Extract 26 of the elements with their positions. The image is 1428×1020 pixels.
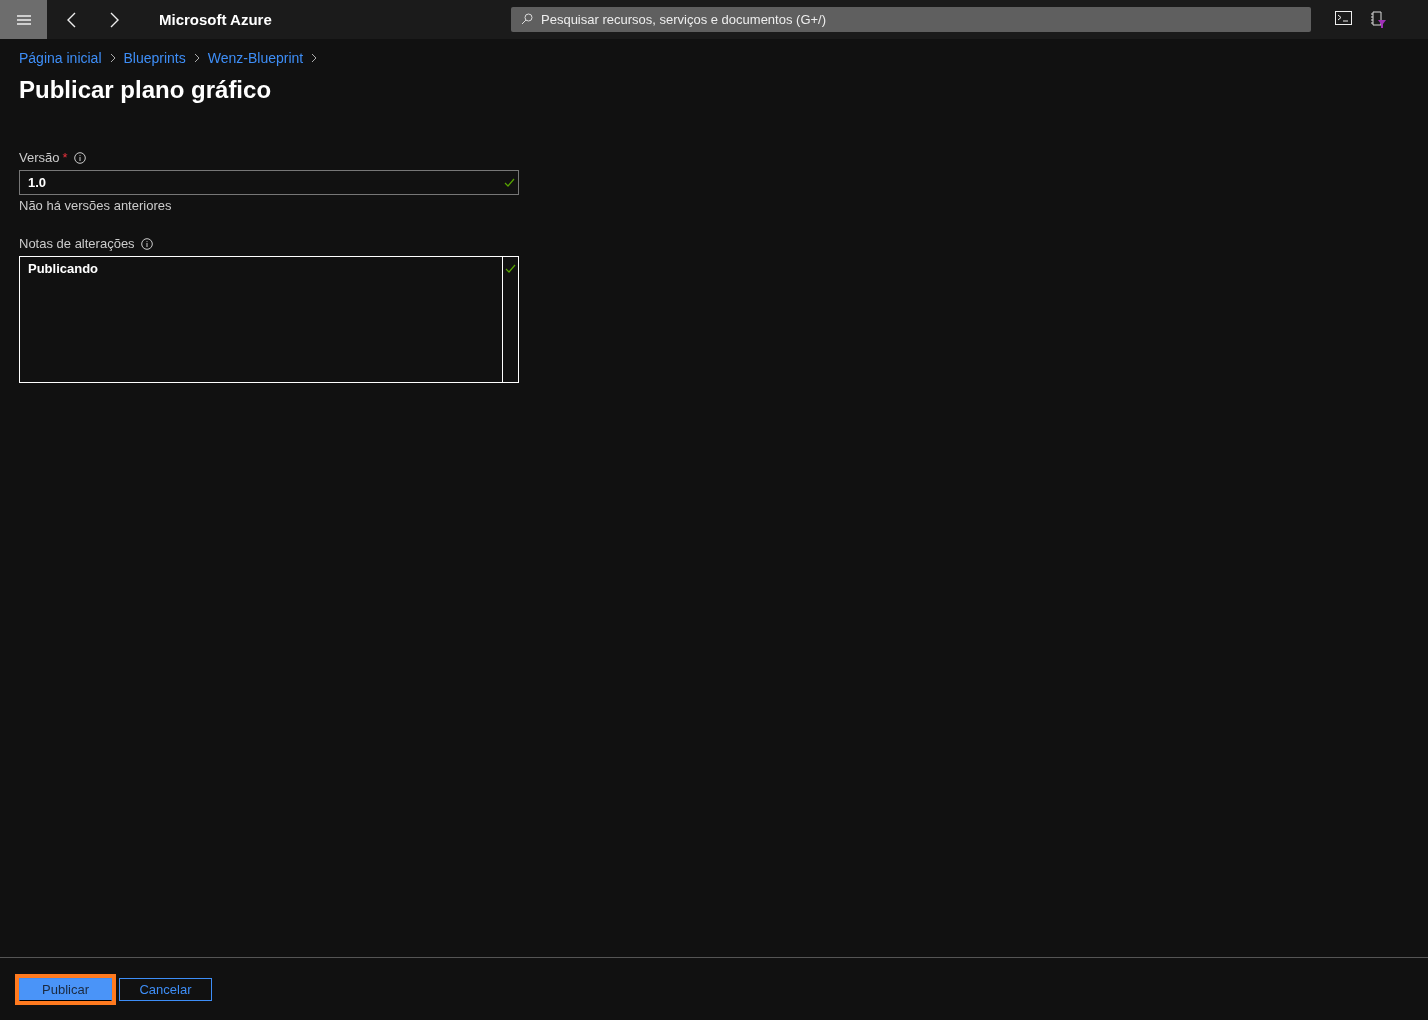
info-icon (140, 237, 153, 250)
field-label: Versão (19, 150, 60, 165)
page-title: Publicar plano gráfico (19, 76, 273, 104)
checkmark-icon (504, 178, 515, 187)
checkmark-icon (505, 264, 516, 273)
field-hint: Não há versões anteriores (19, 198, 173, 213)
info-icon (73, 151, 86, 164)
required-mark: * (62, 150, 68, 165)
cancel-button[interactable]: Cancelar (119, 977, 212, 1001)
breadcrumb-link[interactable]: Página inicial (19, 49, 102, 66)
directory-filter-icon (1370, 11, 1387, 28)
filter-button[interactable] (1370, 11, 1387, 28)
breadcrumb-link[interactable]: Blueprints (123, 49, 186, 66)
chevron-right-icon (109, 52, 116, 63)
terminal-icon (1335, 11, 1352, 25)
menu-button[interactable] (0, 0, 47, 39)
menu-icon (16, 14, 31, 25)
chevron-right-icon (193, 52, 200, 63)
chevron-right-icon (311, 52, 318, 63)
terminal-button[interactable] (1335, 11, 1352, 28)
app-title: Microsoft Azure (159, 11, 273, 28)
chevron-left-icon (67, 11, 76, 28)
breadcrumb-link[interactable]: Wenz-Blueprint (207, 49, 304, 66)
search-field[interactable]: Pesquisar recursos, serviços e documentos (G+/) (511, 7, 1311, 32)
field-label: Notas de alterações (19, 236, 135, 251)
chevron-right-icon (110, 11, 119, 28)
